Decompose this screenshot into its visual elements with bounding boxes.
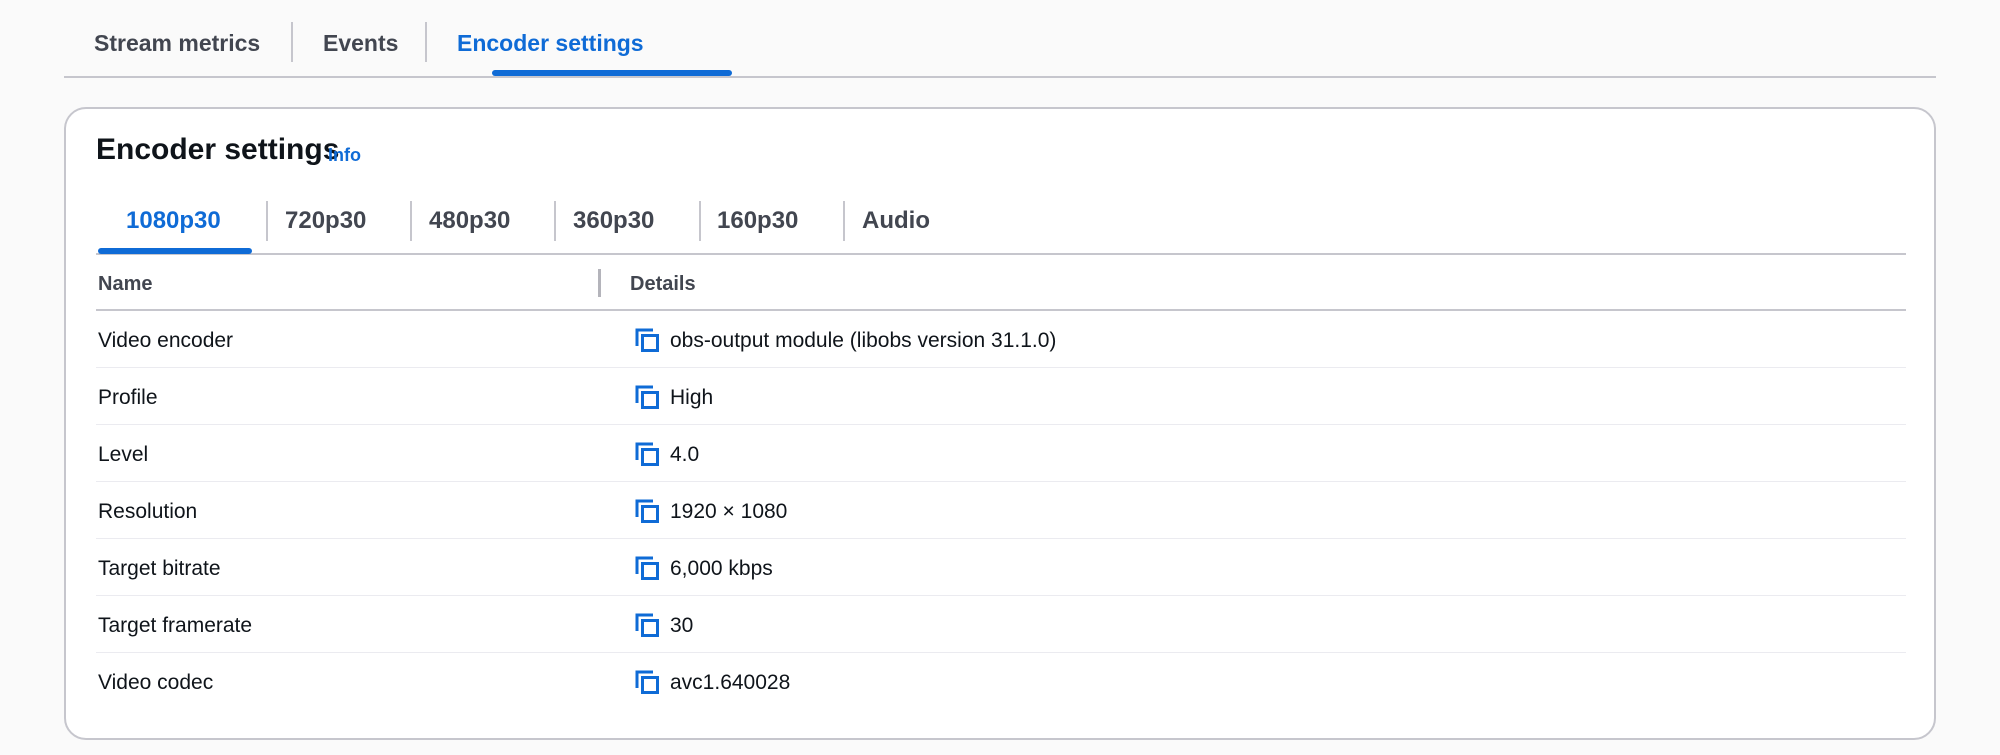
copy-icon[interactable]	[634, 498, 660, 524]
copy-icon[interactable]	[634, 384, 660, 410]
rendition-tab-bar: 1080p30 720p30 480p30 360p30 160p30 Audi…	[96, 189, 1906, 255]
tab-1080p30[interactable]: 1080p30	[126, 201, 221, 241]
copy-icon[interactable]	[634, 669, 660, 695]
table-row: Target framerate 30	[96, 596, 1906, 653]
tab-divider	[410, 201, 412, 241]
table-row: Profile High	[96, 368, 1906, 425]
panel-title: Encoder settings	[96, 133, 340, 166]
row-value: obs-output module (libobs version 31.1.0…	[670, 329, 1057, 352]
tab-stream-metrics[interactable]: Stream metrics	[94, 22, 260, 64]
row-name: Video codec	[98, 671, 214, 694]
table-row: Video encoder obs-output module (libobs …	[96, 311, 1906, 368]
column-header-details: Details	[630, 273, 696, 295]
row-value: High	[670, 386, 714, 409]
row-name: Resolution	[98, 500, 198, 523]
tab-divider	[843, 201, 845, 241]
table-row: Video codec avc1.640028	[96, 653, 1906, 710]
tab-encoder-settings[interactable]: Encoder settings	[457, 22, 644, 64]
tab-360p30[interactable]: 360p30	[573, 201, 654, 241]
tab-divider	[266, 201, 268, 241]
tab-divider	[699, 201, 701, 241]
row-value: 1920 × 1080	[670, 500, 788, 523]
row-value: 4.0	[670, 443, 700, 466]
top-tab-bar: Stream metrics Events Encoder settings	[64, 0, 1936, 78]
row-value: 6,000 kbps	[670, 557, 773, 580]
encoder-settings-panel: Encoder settings Info 1080p30 720p30 480…	[64, 107, 1936, 740]
column-header-name: Name	[98, 273, 153, 295]
tab-480p30[interactable]: 480p30	[429, 201, 510, 241]
row-name: Target bitrate	[98, 557, 221, 580]
table-body: Video encoder obs-output module (libobs …	[96, 311, 1906, 710]
column-resizer[interactable]	[598, 269, 601, 297]
copy-icon[interactable]	[634, 327, 660, 353]
table-row: Target bitrate 6,000 kbps	[96, 539, 1906, 596]
tab-divider	[425, 22, 427, 62]
tab-720p30[interactable]: 720p30	[285, 201, 366, 241]
table-row: Resolution 1920 × 1080	[96, 482, 1906, 539]
row-value: avc1.640028	[670, 671, 791, 694]
active-tab-indicator	[492, 70, 732, 76]
tab-divider	[554, 201, 556, 241]
table-row: Level 4.0	[96, 425, 1906, 482]
tab-events[interactable]: Events	[323, 22, 398, 64]
info-link[interactable]: Info	[328, 145, 361, 166]
row-name: Profile	[98, 386, 158, 409]
tab-divider	[291, 22, 293, 62]
copy-icon[interactable]	[634, 612, 660, 638]
row-name: Video encoder	[98, 329, 234, 352]
copy-icon[interactable]	[634, 441, 660, 467]
row-name: Level	[98, 443, 149, 466]
table-header: Name Details	[96, 255, 1906, 311]
copy-icon[interactable]	[634, 555, 660, 581]
tab-audio[interactable]: Audio	[862, 201, 930, 241]
row-name: Target framerate	[98, 614, 253, 637]
row-value: 30	[670, 614, 694, 637]
settings-table: Name Details Video encoder obs-output mo…	[96, 255, 1906, 710]
tab-160p30[interactable]: 160p30	[717, 201, 798, 241]
active-tab-indicator	[98, 248, 252, 254]
